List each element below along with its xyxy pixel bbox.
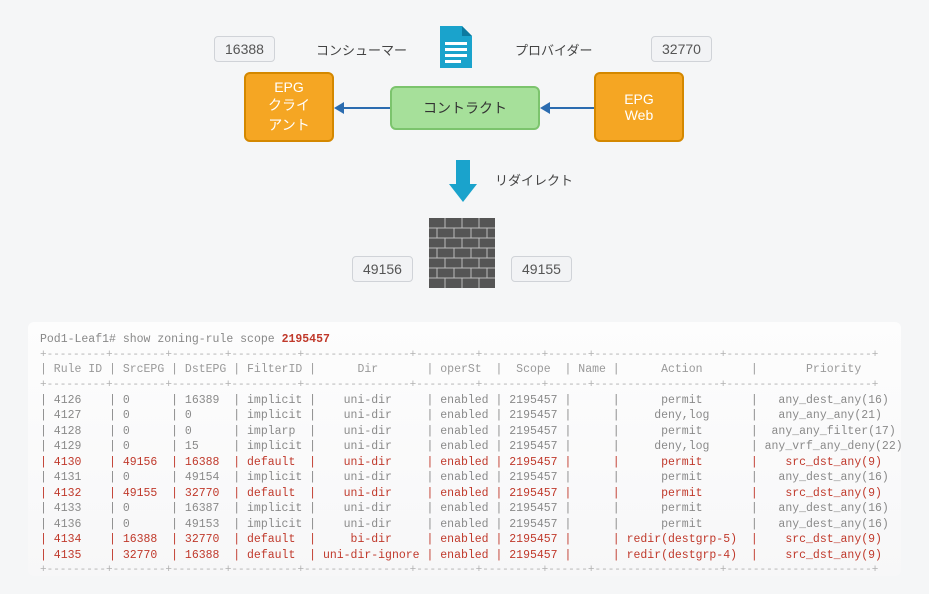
epg-client-box: EPG クライ アント [244, 72, 334, 142]
table-row: | 4126 | 0 | 16389 | implicit | uni-dir … [40, 393, 889, 409]
table-row: | 4134 | 16388 | 32770 | default | bi-di… [40, 532, 889, 548]
firewall-icon [429, 218, 495, 293]
diagram-canvas: 16388 32770 コンシューマー プロバイダー EPG クライ アント E… [0, 0, 929, 594]
table-row: | 4136 | 0 | 49153 | implicit | uni-dir … [40, 517, 889, 533]
table-row: | 4135 | 32770 | 16388 | default | uni-d… [40, 548, 889, 564]
badge-fw-left: 49156 [352, 256, 413, 282]
epg-web-box: EPG Web [594, 72, 684, 142]
table-divider-bot: +---------+--------+--------+----------+… [40, 563, 889, 576]
table-row: | 4129 | 0 | 15 | implicit | uni-dir | e… [40, 439, 889, 455]
cli-command-line: Pod1-Leaf1# show zoning-rule scope 21954… [40, 332, 889, 348]
badge-epg-web-id: 32770 [651, 36, 712, 62]
table-row: | 4128 | 0 | 0 | implarp | uni-dir | ena… [40, 424, 889, 440]
contract-box: コントラクト [390, 86, 540, 130]
cli-scope-arg: 2195457 [282, 333, 330, 346]
arrow-web-to-contract [550, 107, 594, 109]
cli-command: show zoning-rule scope [123, 333, 275, 346]
consumer-label: コンシューマー [316, 40, 407, 59]
provider-label: プロバイダー [515, 40, 592, 59]
table-row: | 4130 | 49156 | 16388 | default | uni-d… [40, 455, 889, 471]
document-icon [436, 24, 476, 75]
table-divider-mid: +---------+--------+--------+----------+… [40, 378, 889, 393]
table-row: | 4131 | 0 | 49154 | implicit | uni-dir … [40, 470, 889, 486]
redirect-label: リダイレクト [495, 170, 573, 189]
arrow-contract-to-client [344, 107, 390, 109]
cli-output: Pod1-Leaf1# show zoning-rule scope 21954… [28, 322, 901, 576]
badge-epg-client-id: 16388 [214, 36, 275, 62]
cli-prompt: Pod1-Leaf1# [40, 333, 116, 346]
table-body: | 4126 | 0 | 16389 | implicit | uni-dir … [40, 393, 889, 564]
arrow-head-left-2 [540, 102, 550, 114]
table-row: | 4127 | 0 | 0 | implicit | uni-dir | en… [40, 408, 889, 424]
arrow-head-left-1 [334, 102, 344, 114]
redirect-arrow-head [449, 184, 477, 202]
table-divider-top: +---------+--------+--------+----------+… [40, 348, 889, 363]
table-row: | 4132 | 49155 | 32770 | default | uni-d… [40, 486, 889, 502]
table-header-row: | Rule ID | SrcEPG | DstEPG | FilterID |… [40, 362, 889, 378]
table-row: | 4133 | 0 | 16387 | implicit | uni-dir … [40, 501, 889, 517]
badge-fw-right: 49155 [511, 256, 572, 282]
redirect-arrow-stem [456, 160, 470, 184]
